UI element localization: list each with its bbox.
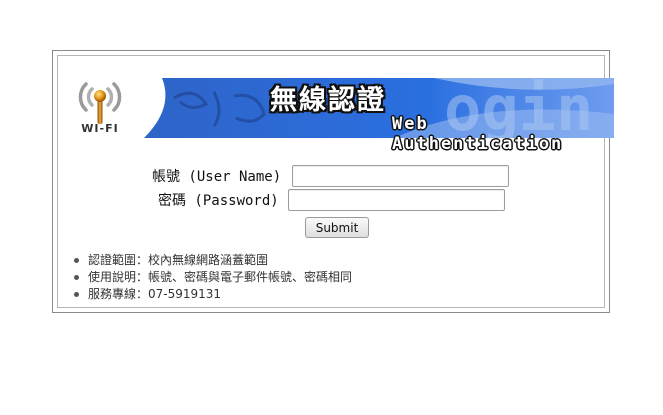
page-title-chinese: 無線認證 <box>270 85 386 116</box>
bullet-icon <box>74 275 79 280</box>
password-label: 密碼 (Password) <box>158 193 279 209</box>
password-input[interactable] <box>288 189 505 211</box>
wifi-logo-text: WI-FI <box>81 122 119 135</box>
submit-button[interactable]: Submit <box>305 217 369 238</box>
info-hotline: 服務專線：07-5919131 <box>88 287 222 301</box>
page-title-english: Web Authentication <box>392 114 564 154</box>
list-item: 使用說明：帳號、密碼與電子郵件帳號、密碼相同 <box>72 269 352 286</box>
bullet-icon <box>74 292 79 297</box>
bullet-icon <box>74 258 79 263</box>
login-panel-inner: WI-FI ogin 無線認證 Web Authentication 帳號 (U… <box>57 55 614 308</box>
info-coverage: 認證範圍：校內無線網路涵蓋範圍 <box>88 253 269 267</box>
login-panel: WI-FI ogin 無線認證 Web Authentication 帳號 (U… <box>52 50 614 313</box>
list-item: 服務專線：07-5919131 <box>72 286 352 303</box>
info-list: 認證範圍：校內無線網路涵蓋範圍 使用說明：帳號、密碼與電子郵件帳號、密碼相同 服… <box>72 252 352 303</box>
header-banner: WI-FI ogin 無線認證 Web Authentication <box>64 74 614 154</box>
username-label: 帳號 (User Name) <box>152 169 282 185</box>
info-usage: 使用說明：帳號、密碼與電子郵件帳號、密碼相同 <box>88 270 353 284</box>
list-item: 認證範圍：校內無線網路涵蓋範圍 <box>72 252 352 269</box>
username-input[interactable] <box>292 165 509 187</box>
